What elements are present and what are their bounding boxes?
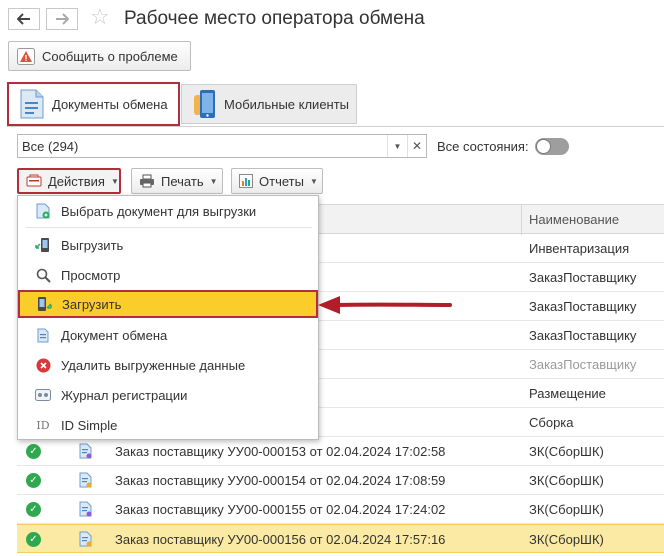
document-cell: Заказ поставщику УУ00-000154 от 02.04.20… (115, 473, 446, 488)
table-row[interactable]: ✓ Заказ поставщику УУ00-000155 от 02.04.2… (17, 495, 664, 524)
document-status-icon (79, 501, 92, 517)
menu-item-label: Выбрать документ для выгрузки (61, 203, 257, 219)
magnifier-icon (35, 267, 51, 283)
tab-divider (7, 126, 664, 127)
forward-button[interactable] (46, 8, 78, 30)
tab-exchange-documents-label: Документы обмена (52, 96, 168, 112)
printer-icon (140, 174, 154, 188)
menu-item-label: Документ обмена (61, 327, 168, 343)
document-icon (20, 89, 44, 119)
report-problem-button[interactable]: Сообщить о проблеме (8, 41, 191, 71)
filter-value: Все (294) (22, 139, 79, 154)
tab-mobile-clients[interactable]: Мобильные клиенты (181, 84, 357, 124)
name-cell: ЗаказПоставщику (529, 328, 637, 343)
table-row[interactable]: ✓ Заказ поставщику УУ00-000153 от 02.04.2… (17, 437, 664, 466)
toggle-knob (536, 139, 551, 154)
select-doc-icon (35, 203, 51, 219)
journal-icon (35, 387, 51, 403)
report-chart-icon (239, 174, 253, 188)
document-status-icon (79, 443, 92, 459)
menu-item-label: Загрузить (62, 296, 122, 312)
menu-item-event-log[interactable]: Журнал регистрации (19, 381, 317, 409)
arrow-left-icon (17, 13, 30, 25)
page-title: Рабочее место оператора обмена (124, 8, 425, 29)
menu-item-exchange-document[interactable]: Документ обмена (19, 321, 317, 349)
status-ok-icon: ✓ (26, 473, 41, 488)
chevron-down-icon: ▼ (209, 176, 218, 186)
name-cell: ЗК(СборШК) (529, 502, 604, 517)
arrow-right-icon (56, 13, 69, 25)
all-states-label: Все состояния: (437, 139, 529, 154)
name-cell: ЗК(СборШК) (529, 444, 604, 459)
filter-select[interactable]: Все (294) ▼ ✕ (17, 134, 427, 158)
tab-exchange-documents[interactable]: Документы обмена (7, 82, 180, 126)
clear-icon[interactable]: ✕ (407, 135, 426, 157)
menu-separator (26, 227, 312, 228)
name-cell: Сборка (529, 415, 574, 430)
menu-item-delete-uploaded[interactable]: Удалить выгруженные данные (19, 351, 317, 379)
tab-mobile-clients-label: Мобильные клиенты (224, 96, 350, 112)
menu-item-id-simple[interactable]: ID ID Simple (19, 411, 317, 439)
actions-menu: Выбрать документ для выгрузки Выгрузить … (17, 195, 319, 440)
menu-item-label: Просмотр (61, 267, 121, 283)
upload-icon (35, 237, 51, 253)
reports-button[interactable]: Отчеты ▼ (231, 168, 323, 194)
name-cell: ЗК(СборШК) (529, 532, 604, 547)
name-cell: Инвентаризация (529, 241, 630, 256)
column-separator (521, 205, 522, 235)
all-states-toggle[interactable] (535, 138, 569, 155)
delete-icon (35, 357, 51, 373)
actions-button[interactable]: Действия ▼ (17, 168, 121, 194)
back-button[interactable] (8, 8, 40, 30)
document-cell: Заказ поставщику УУ00-000155 от 02.04.20… (115, 502, 446, 517)
name-cell: ЗаказПоставщику (529, 270, 637, 285)
print-button[interactable]: Печать ▼ (131, 168, 223, 194)
actions-icon (26, 174, 42, 187)
reports-label: Отчеты (259, 173, 304, 189)
name-cell: Размещение (529, 386, 606, 401)
name-cell: ЗаказПоставщику (529, 357, 637, 372)
mobile-phone-icon (194, 90, 215, 118)
warning-icon (17, 47, 35, 65)
menu-item-label: Выгрузить (61, 237, 124, 253)
document-status-icon (79, 472, 92, 488)
column-header-name[interactable]: Наименование (529, 212, 619, 227)
actions-label: Действия (48, 173, 105, 189)
status-ok-icon: ✓ (26, 502, 41, 517)
menu-item-label: Удалить выгруженные данные (61, 357, 246, 373)
document-status-icon (79, 531, 92, 547)
name-cell: ЗаказПоставщику (529, 299, 637, 314)
id-icon: ID (36, 418, 50, 432)
menu-item-label: ID Simple (61, 417, 118, 433)
dropdown-arrow-icon[interactable]: ▼ (387, 135, 407, 157)
download-icon (36, 296, 52, 312)
table-row[interactable]: ✓ Заказ поставщику УУ00-000154 от 02.04.2… (17, 466, 664, 495)
document-cell: Заказ поставщику УУ00-000153 от 02.04.20… (115, 444, 446, 459)
chevron-down-icon: ▼ (309, 176, 318, 186)
name-cell: ЗК(СборШК) (529, 473, 604, 488)
status-ok-icon: ✓ (26, 532, 41, 547)
menu-item-select-document[interactable]: Выбрать документ для выгрузки (19, 197, 317, 225)
status-ok-icon: ✓ (26, 444, 41, 459)
report-problem-label: Сообщить о проблеме (42, 48, 178, 64)
document-icon (35, 327, 51, 343)
favorite-star-icon[interactable]: ☆ (90, 6, 110, 28)
menu-item-upload[interactable]: Выгрузить (19, 231, 317, 259)
document-cell: Заказ поставщику УУ00-000156 от 02.04.20… (115, 532, 446, 547)
menu-item-download[interactable]: Загрузить (18, 290, 318, 318)
menu-item-label: Журнал регистрации (61, 387, 188, 403)
annotation-arrow-icon (318, 296, 452, 314)
print-label: Печать (161, 173, 204, 189)
menu-item-view[interactable]: Просмотр (19, 261, 317, 289)
chevron-down-icon: ▼ (110, 176, 119, 186)
table-row[interactable]: ✓ Заказ поставщику УУ00-000156 от 02.04.2… (17, 524, 664, 553)
